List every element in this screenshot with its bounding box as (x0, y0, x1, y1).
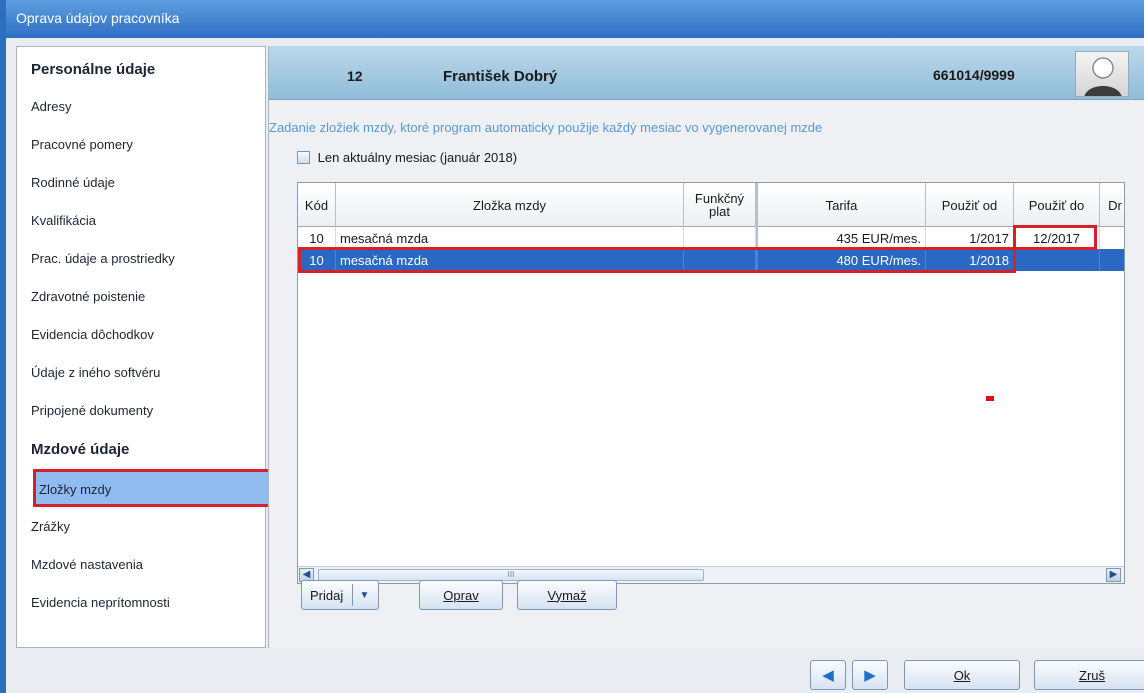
nav-section-payroll: Mzdové údaje (31, 441, 130, 458)
cell-tarifa: 480 EUR/mes. (756, 249, 926, 271)
nav-item-zrazky[interactable]: Zrážky (31, 519, 251, 543)
nav-item-kvalifikacia[interactable]: Kvalifikácia (31, 213, 251, 237)
cancel-button[interactable]: Zruš (1034, 660, 1144, 690)
table-row[interactable]: 10 mesačná mzda 435 EUR/mes. 1/2017 12/2… (298, 227, 1124, 249)
column-header-kod[interactable]: Kód (298, 183, 336, 227)
nav-item-mzdove-nastavenia[interactable]: Mzdové nastavenia (31, 557, 251, 581)
filter-label: Len aktuálny mesiac (január 2018) (317, 150, 518, 165)
cell-zlozka: mesačná mzda (336, 227, 684, 249)
cell-tarifa: 435 EUR/mes. (756, 227, 926, 249)
column-header-tarifa[interactable]: Tarifa (756, 183, 926, 227)
column-header-dr[interactable]: Dr (1100, 183, 1124, 227)
employee-id: 12 (347, 68, 363, 84)
cell-dr (1100, 249, 1124, 271)
navigation-panel: Personálne údaje Adresy Pracovné pomery … (16, 46, 271, 648)
column-header-pouzit-od[interactable]: Použiť od (926, 183, 1014, 227)
scroll-right-button[interactable]: ▶ (1106, 568, 1121, 582)
filter-current-month[interactable]: Len aktuálny mesiac (január 2018) (297, 150, 517, 165)
nav-item-evidencia-dochodkov[interactable]: Evidencia dôchodkov (31, 327, 251, 351)
cell-pouzit-do: 12/2017 (1014, 227, 1100, 249)
nav-item-prac-udaje[interactable]: Prac. údaje a prostriedky (31, 251, 251, 275)
arrow-left-icon[interactable]: ◀ (810, 660, 846, 690)
employee-personal-number: 661014/9999 (933, 67, 1015, 83)
person-avatar-icon (1075, 51, 1129, 97)
nav-item-pracovne-pomery[interactable]: Pracovné pomery (31, 137, 251, 161)
filter-checkbox[interactable] (297, 151, 310, 164)
description-text: Zadanie zložiek mzdy, ktoré program auto… (269, 120, 823, 135)
dialog-window: Oprava údajov pracovníka Personálne údaj… (0, 0, 1144, 693)
cell-funkcny-plat (684, 249, 756, 271)
add-button-label: Pridaj (310, 587, 344, 603)
nav-item-adresy[interactable]: Adresy (31, 99, 251, 123)
cell-zlozka: mesačná mzda (336, 249, 684, 271)
column-header-zlozka-mzdy[interactable]: Zložka mzdy (336, 183, 684, 227)
cell-pouzit-od: 1/2017 (926, 227, 1014, 249)
cell-funkcny-plat (684, 227, 756, 249)
cell-kod: 10 (298, 249, 336, 271)
table-header: Kód Zložka mzdy Funkčný plat Tarifa Použ… (298, 183, 1124, 227)
nav-item-pripojene-dokumenty[interactable]: Pripojené dokumenty (31, 403, 251, 427)
employee-header: 12 František Dobrý 661014/9999 (269, 46, 1144, 100)
red-mark (986, 396, 994, 401)
employee-name: František Dobrý (443, 68, 558, 85)
add-button[interactable]: Pridaj ▼ (301, 580, 379, 610)
nav-item-udaje-z-ineho-softveru[interactable]: Údaje z iného softvéru (31, 365, 251, 389)
delete-button[interactable]: Vymaž (517, 580, 617, 610)
window-title: Oprava údajov pracovníka (16, 10, 180, 26)
nav-item-evidencia-nepritomnosti[interactable]: Evidencia neprítomnosti (31, 595, 251, 619)
chevron-down-icon[interactable]: ▼ (352, 584, 376, 606)
cell-pouzit-do (1014, 249, 1100, 271)
nav-section-personal: Personálne údaje (31, 61, 156, 78)
arrow-right-icon[interactable]: ▶ (852, 660, 888, 690)
cell-kod: 10 (298, 227, 336, 249)
wage-components-table[interactable]: Kód Zložka mzdy Funkčný plat Tarifa Použ… (297, 182, 1125, 584)
nav-item-rodinne-udaje[interactable]: Rodinné údaje (31, 175, 251, 199)
ok-button[interactable]: Ok (904, 660, 1020, 690)
table-row-selected[interactable]: 10 mesačná mzda 480 EUR/mes. 1/2018 (298, 249, 1124, 271)
content-panel: 12 František Dobrý 661014/9999 Zadanie z… (268, 46, 1144, 648)
column-header-pouzit-do[interactable]: Použiť do (1014, 183, 1100, 227)
edit-button[interactable]: Oprav (419, 580, 503, 610)
window-titlebar: Oprava údajov pracovníka (6, 0, 1144, 38)
cell-dr (1100, 227, 1124, 249)
cell-pouzit-od: 1/2018 (926, 249, 1014, 271)
nav-item-zlozky-mzdy[interactable]: Zložky mzdy (33, 469, 271, 507)
column-header-funkcny-plat[interactable]: Funkčný plat (684, 183, 756, 227)
nav-item-zdravotne-poistenie[interactable]: Zdravotné poistenie (31, 289, 251, 313)
